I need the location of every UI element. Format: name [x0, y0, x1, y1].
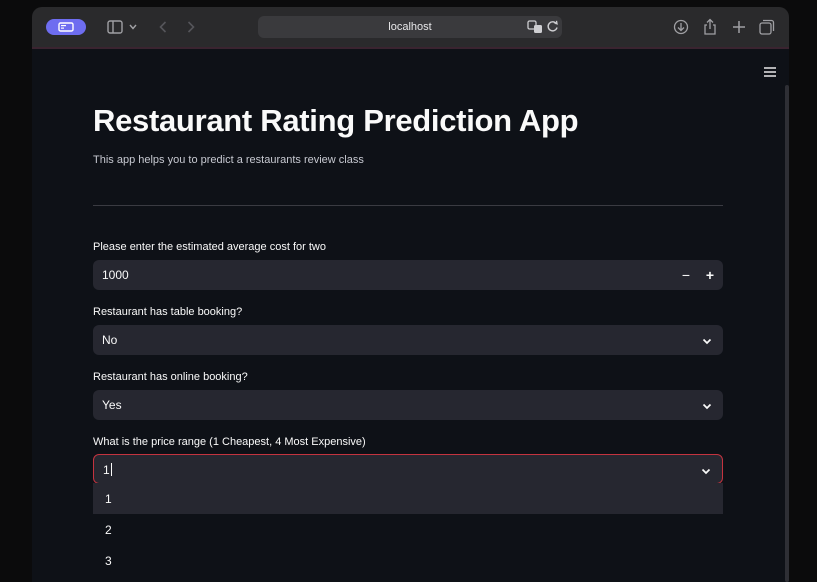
- back-arrow-icon[interactable]: [155, 17, 171, 37]
- online-booking-label: Restaurant has online booking?: [93, 371, 248, 383]
- table-booking-value: No: [102, 333, 118, 347]
- profile-icon[interactable]: [46, 19, 86, 35]
- download-icon[interactable]: [672, 18, 690, 36]
- online-booking-select[interactable]: Yes: [93, 390, 723, 420]
- cost-value: 1000: [102, 268, 129, 282]
- increment-button[interactable]: +: [703, 268, 717, 282]
- app-content: Restaurant Rating Prediction App This ap…: [32, 49, 789, 582]
- hamburger-menu-icon[interactable]: [763, 65, 777, 77]
- table-booking-select[interactable]: No: [93, 325, 723, 355]
- address-bar[interactable]: localhost: [258, 16, 562, 38]
- price-range-dropdown: 1 2 3: [93, 483, 723, 582]
- chevron-down-icon: [701, 399, 713, 411]
- url-text: localhost: [388, 21, 432, 33]
- browser-toolbar: localhost: [32, 7, 789, 49]
- cost-label: Please enter the estimated average cost …: [93, 241, 326, 253]
- page-subtitle: This app helps you to predict a restaura…: [93, 154, 364, 166]
- price-range-select[interactable]: 1: [93, 454, 723, 484]
- table-booking-label: Restaurant has table booking?: [93, 306, 243, 318]
- reload-icon[interactable]: [546, 20, 560, 34]
- chevron-down-icon: [701, 334, 713, 346]
- cost-number-input[interactable]: 1000 − +: [93, 260, 723, 290]
- price-range-label: What is the price range (1 Cheapest, 4 M…: [93, 436, 366, 448]
- chevron-down-icon: [700, 464, 712, 476]
- dropdown-option[interactable]: 1: [93, 483, 723, 514]
- decrement-button[interactable]: −: [679, 268, 693, 282]
- translate-icon[interactable]: [527, 20, 543, 34]
- new-tab-icon[interactable]: [730, 18, 748, 36]
- scrollbar[interactable]: [785, 85, 789, 582]
- chevron-down-icon[interactable]: [128, 19, 138, 35]
- text-caret: [110, 463, 112, 476]
- divider: [93, 205, 723, 206]
- dropdown-option[interactable]: 3: [93, 545, 723, 576]
- online-booking-value: Yes: [102, 398, 122, 412]
- browser-window: localhost Restaurant Rating Prediction A…: [32, 7, 789, 582]
- sidebar-toggle-icon[interactable]: [106, 18, 124, 36]
- share-icon[interactable]: [702, 17, 718, 37]
- tab-overview-icon[interactable]: [758, 18, 776, 36]
- page-title: Restaurant Rating Prediction App: [93, 103, 579, 138]
- price-range-value: 1: [103, 463, 112, 477]
- forward-arrow-icon[interactable]: [183, 17, 199, 37]
- dropdown-option[interactable]: 2: [93, 514, 723, 545]
